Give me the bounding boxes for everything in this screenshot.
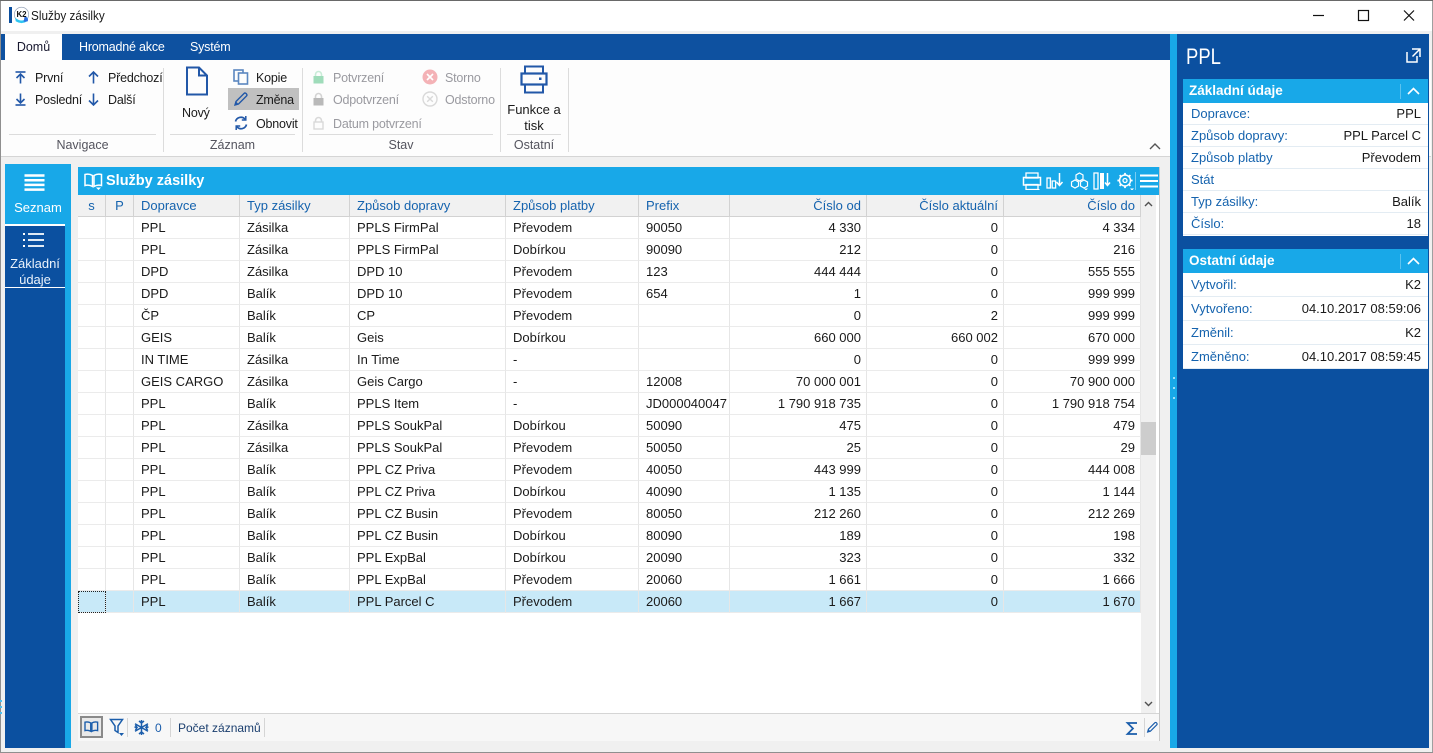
svg-text:K2: K2 (16, 10, 27, 19)
